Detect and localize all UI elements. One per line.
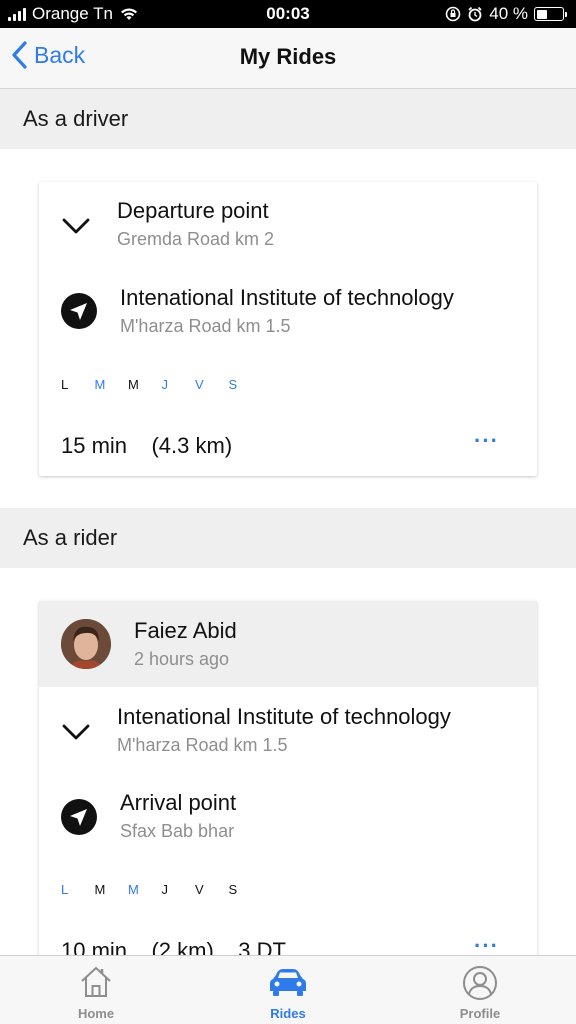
weekday-list: L M M J V S (61, 377, 262, 392)
day-label: M (128, 882, 139, 897)
tab-label-profile: Profile (459, 1006, 501, 1021)
tab-label-home: Home (77, 1006, 115, 1021)
home-icon (81, 966, 111, 997)
day-label: J (161, 882, 169, 897)
arrival-address: M'harza Road km 1.5 (120, 316, 291, 336)
departure-address: Gremda Road km 2 (117, 229, 275, 249)
chevron-down-icon[interactable] (61, 216, 91, 236)
tab-label-rides: Rides (270, 1006, 306, 1021)
day-label: V (195, 882, 204, 897)
day-label: L (61, 377, 69, 392)
rider-time-ago: 2 hours ago (134, 649, 230, 669)
day-label: M (94, 882, 106, 897)
day-label: S (228, 377, 238, 392)
tab-home[interactable]: Home (0, 956, 192, 1024)
user-photo-icon (61, 619, 111, 669)
battery-icon (534, 7, 567, 21)
day-label: M (94, 377, 106, 392)
arrival-title: Intenational Institute of technology (120, 285, 454, 310)
arrival-title: Arrival point (120, 790, 237, 815)
status-right: 40 % (445, 4, 567, 24)
departure-title: Departure point (117, 198, 269, 223)
car-icon (270, 969, 306, 996)
day-label: S (228, 882, 238, 897)
alarm-icon (468, 6, 482, 22)
battery-percent: 40 % (489, 4, 528, 23)
chevron-down-icon[interactable] (61, 722, 91, 742)
day-label: V (195, 377, 204, 392)
nav-bar: Back My Rides (0, 28, 576, 89)
rider-name: Faiez Abid (134, 618, 237, 643)
rider-ride-card[interactable]: Faiez Abid 2 hours ago Intenational Inst… (39, 601, 537, 1001)
tab-profile[interactable]: Profile (384, 956, 576, 1024)
day-label: L (61, 882, 69, 897)
rider-header: Faiez Abid 2 hours ago (39, 601, 537, 687)
section-header-driver: As a driver (0, 89, 576, 149)
weekday-list: L M M J V S (61, 882, 262, 897)
avatar[interactable] (61, 619, 111, 669)
departure-title: Intenational Institute of technology (117, 704, 451, 729)
tab-rides[interactable]: Rides (192, 956, 384, 1024)
status-bar: Orange Tn 00:03 40 % (0, 0, 576, 28)
page-title: My Rides (239, 44, 337, 69)
ride-duration: 15 min (4.3 km) (61, 433, 233, 458)
section-header-rider: As a rider (0, 508, 576, 568)
navigation-arrow-icon (61, 293, 97, 329)
day-label: J (161, 377, 169, 392)
tab-bar: Home Rides Profile (0, 955, 576, 1024)
driver-ride-card[interactable]: Departure point Gremda Road km 2 Intenat… (39, 182, 537, 476)
more-options-button[interactable]: ··· (474, 428, 499, 454)
rotation-lock-icon (445, 6, 461, 22)
navigation-arrow-icon (61, 799, 97, 835)
day-label: M (128, 377, 139, 392)
profile-icon (463, 966, 497, 1000)
arrival-address: Sfax Bab bhar (120, 821, 235, 841)
departure-address: M'harza Road km 1.5 (117, 735, 288, 755)
